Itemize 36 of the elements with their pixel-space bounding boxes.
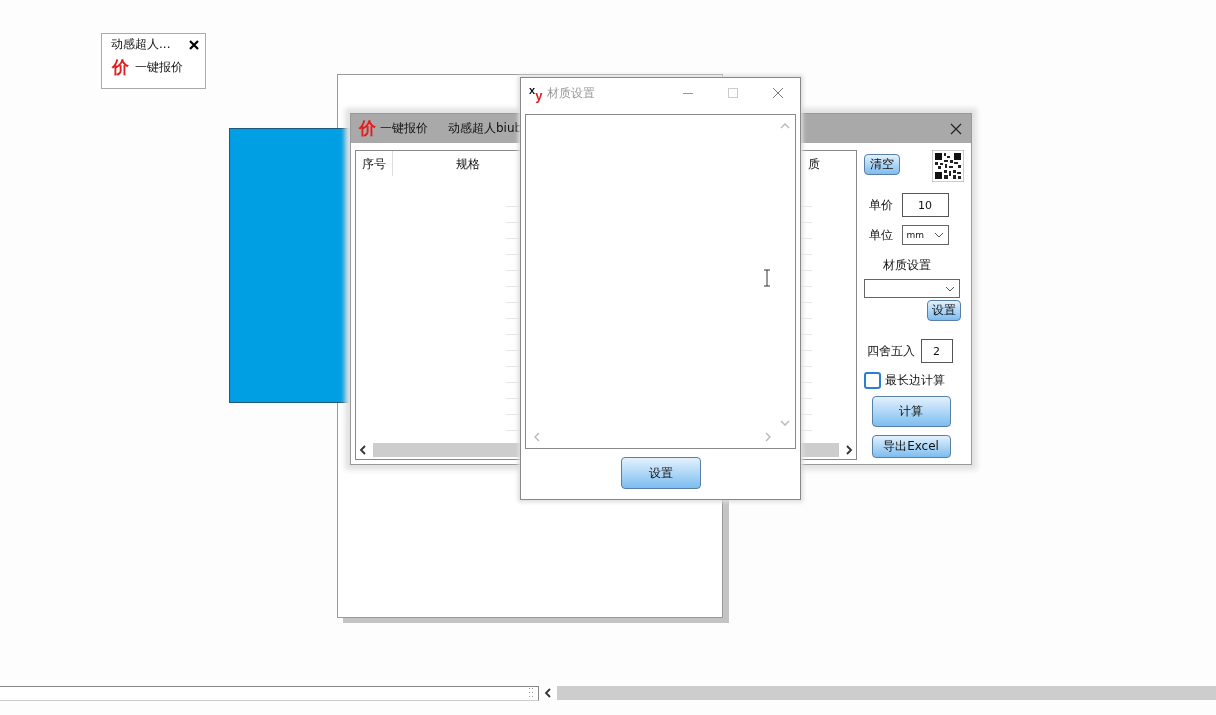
qr-code-icon[interactable] — [931, 150, 964, 182]
chevron-down-icon[interactable] — [933, 232, 944, 238]
column-header[interactable]: 规格 — [456, 156, 480, 173]
field-label: 单位 — [868, 226, 893, 244]
column-header[interactable]: 序号 — [362, 151, 393, 176]
chevron-down-icon[interactable] — [944, 285, 955, 292]
section-label: 材质设置 — [882, 257, 931, 274]
material-dropdown[interactable] — [863, 279, 960, 298]
resize-grip-icon[interactable] — [528, 687, 534, 699]
price-icon[interactable]: 价 — [112, 59, 129, 76]
window-title: 一键报价 — [380, 120, 428, 137]
rounding-input[interactable]: 2 — [920, 339, 953, 363]
field-label: 四舍五入 — [866, 342, 915, 360]
settings-button[interactable]: 设置 — [926, 300, 961, 321]
unit-price-input[interactable]: 10 — [901, 193, 949, 217]
scroll-left-icon[interactable] — [359, 445, 367, 455]
dialog-title: 材质设置 — [547, 84, 596, 102]
column-header[interactable]: 质 — [808, 156, 820, 173]
price-icon: 价 — [359, 120, 376, 137]
input-field[interactable] — [0, 685, 539, 701]
checkbox-label[interactable]: 最长边计算 — [884, 372, 945, 389]
close-icon[interactable] — [189, 39, 199, 50]
text-cursor-icon — [763, 269, 771, 287]
palette-title: 动感超人... — [111, 36, 172, 53]
field-label: 单价 — [868, 196, 893, 214]
calculate-button[interactable]: 计算 — [871, 396, 951, 427]
horizontal-scrollbar[interactable] — [557, 686, 1216, 700]
unit-dropdown[interactable]: mm — [901, 225, 949, 245]
checkbox[interactable] — [863, 372, 881, 389]
export-button[interactable]: 导出Excel — [871, 435, 951, 458]
quote-tool-label[interactable]: 一键报价 — [135, 59, 183, 76]
close-icon[interactable] — [950, 122, 962, 135]
clear-button[interactable]: 清空 — [863, 154, 900, 175]
scroll-right-icon[interactable] — [844, 445, 853, 455]
settings-button[interactable]: 设置 — [620, 457, 701, 489]
scroll-left-icon[interactable] — [544, 688, 552, 698]
